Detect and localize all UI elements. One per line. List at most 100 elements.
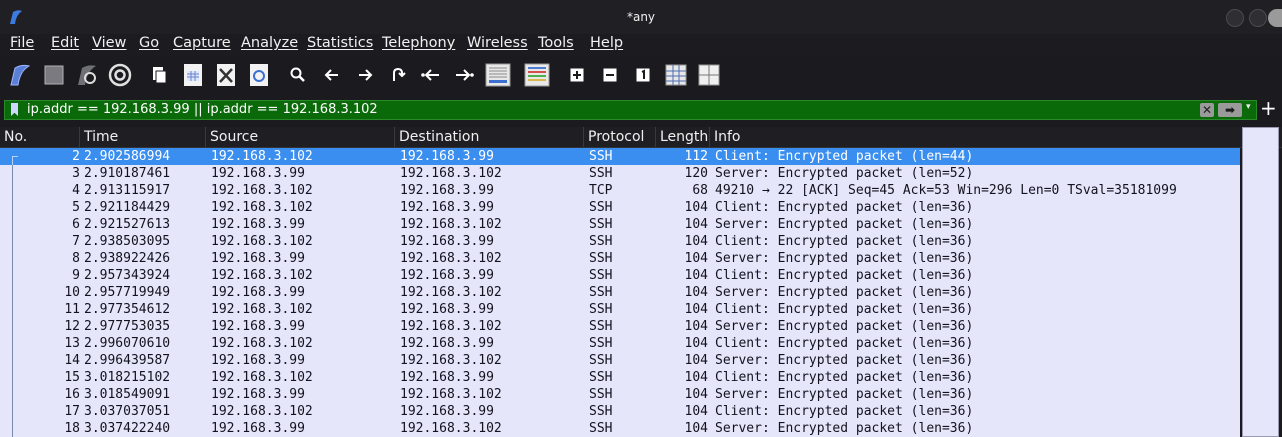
resize-columns-icon[interactable]: [664, 63, 688, 87]
packet-length: 68: [692, 183, 708, 198]
packet-no: 9: [72, 268, 80, 283]
filter-history-dropdown-icon[interactable]: ▾: [1246, 102, 1251, 112]
menu-bar: File Edit View Go Capture Analyze Statis…: [0, 34, 1282, 56]
restart-capture-icon[interactable]: [75, 63, 99, 87]
display-filter-bar: ip.addr == 192.168.3.99 || ip.addr == 19…: [0, 97, 1282, 125]
menu-analyze[interactable]: Analyze: [241, 35, 298, 51]
packet-no: 16: [64, 387, 80, 402]
layout-icon[interactable]: [697, 63, 721, 87]
column-header-protocol[interactable]: Protocol: [584, 127, 656, 147]
go-to-packet-icon[interactable]: [386, 63, 410, 87]
open-file-icon[interactable]: [147, 63, 171, 87]
packet-time: 2.902586994: [84, 149, 171, 164]
column-header-destination[interactable]: Destination: [395, 127, 584, 147]
packet-source: 192.168.3.102: [211, 404, 313, 419]
maximize-button[interactable]: [1249, 9, 1267, 27]
packet-length: 104: [684, 336, 708, 351]
packet-protocol: SSH: [589, 302, 613, 317]
display-filter-input[interactable]: ip.addr == 192.168.3.99 || ip.addr == 19…: [4, 100, 1257, 120]
go-first-packet-icon[interactable]: [419, 63, 443, 87]
packet-protocol: SSH: [589, 353, 613, 368]
minimize-button[interactable]: [1226, 9, 1244, 27]
go-back-icon[interactable]: [320, 63, 344, 87]
packet-no: 8: [72, 251, 80, 266]
column-header-no[interactable]: No.: [0, 127, 80, 147]
apply-filter-icon[interactable]: ➡: [1218, 103, 1242, 117]
clear-filter-icon[interactable]: ✕: [1200, 103, 1214, 117]
find-packet-icon[interactable]: [286, 63, 310, 87]
packet-no: 5: [72, 200, 80, 215]
capture-options-icon[interactable]: [108, 63, 132, 87]
packet-length: 104: [684, 217, 708, 232]
packet-row[interactable]: 11 2.977354612 192.168.3.102 192.168.3.99 SS…: [0, 301, 1240, 318]
menu-edit[interactable]: Edit: [51, 35, 79, 51]
stop-capture-icon[interactable]: [42, 63, 66, 87]
packet-list-header: No. Time Source Destination Protocol Len…: [0, 127, 1282, 148]
packet-row[interactable]: 16 3.018549091 192.168.3.99 192.168.3.102 SS…: [0, 386, 1240, 403]
start-capture-icon[interactable]: [8, 63, 32, 87]
packet-protocol: SSH: [589, 166, 613, 181]
packet-row[interactable]: 6 2.921527613 192.168.3.99 192.168.3.102 SSH…: [0, 216, 1240, 233]
packet-row[interactable]: 7 2.938503095 192.168.3.102 192.168.3.99 SSH…: [0, 233, 1240, 250]
zoom-out-icon[interactable]: [598, 63, 622, 87]
go-forward-icon[interactable]: [353, 63, 377, 87]
packet-no: 15: [64, 370, 80, 385]
menu-help[interactable]: Help: [590, 35, 623, 51]
packet-protocol: SSH: [589, 285, 613, 300]
reload-file-icon[interactable]: [247, 63, 271, 87]
menu-telephony[interactable]: Telephony: [382, 35, 455, 51]
packet-row[interactable]: 9 2.957343924 192.168.3.102 192.168.3.99 SSH…: [0, 267, 1240, 284]
menu-statistics[interactable]: Statistics: [307, 35, 373, 51]
packet-protocol: SSH: [589, 251, 613, 266]
menu-view[interactable]: View: [92, 35, 126, 51]
packet-time: 2.913115917: [84, 183, 171, 198]
packet-protocol: SSH: [589, 421, 613, 436]
packet-row[interactable]: 12 2.977753035 192.168.3.99 192.168.3.102 SS…: [0, 318, 1240, 335]
packet-source: 192.168.3.99: [211, 353, 305, 368]
column-header-length[interactable]: Length: [656, 127, 710, 147]
normal-size-icon[interactable]: [631, 63, 655, 87]
add-filter-button[interactable]: +: [1260, 98, 1277, 118]
column-header-info[interactable]: Info: [710, 127, 1282, 147]
packet-row[interactable]: 13 2.996070610 192.168.3.102 192.168.3.99 SS…: [0, 335, 1240, 352]
packet-time: 2.977753035: [84, 319, 171, 334]
packet-row-selected[interactable]: 2 2.902586994 192.168.3.102 192.168.3.99 SSH…: [0, 148, 1240, 165]
filter-text[interactable]: ip.addr == 192.168.3.99 || ip.addr == 19…: [27, 102, 378, 117]
packet-row[interactable]: 8 2.938922426 192.168.3.99 192.168.3.102 SSH…: [0, 250, 1240, 267]
packet-time: 2.938503095: [84, 234, 171, 249]
packet-row[interactable]: 15 3.018215102 192.168.3.102 192.168.3.99 SS…: [0, 369, 1240, 386]
packet-info: Client: Encrypted packet (len=36): [715, 200, 974, 215]
packet-row[interactable]: 3 2.910187461 192.168.3.99 192.168.3.102 SSH…: [0, 165, 1240, 182]
packet-source: 192.168.3.102: [211, 200, 313, 215]
packet-info: Server: Encrypted packet (len=36): [715, 353, 974, 368]
packet-source: 192.168.3.99: [211, 166, 305, 181]
menu-wireless[interactable]: Wireless: [467, 35, 528, 51]
packet-list-scrollbar[interactable]: [1242, 127, 1279, 437]
packet-row[interactable]: 10 2.957719949 192.168.3.99 192.168.3.102 SS…: [0, 284, 1240, 301]
menu-tools[interactable]: Tools: [538, 35, 574, 51]
colorize-icon[interactable]: [523, 63, 551, 87]
close-button[interactable]: [1268, 9, 1282, 27]
menu-file[interactable]: File: [10, 35, 34, 51]
packet-protocol: SSH: [589, 149, 613, 164]
menu-capture[interactable]: Capture: [173, 35, 231, 51]
auto-scroll-icon[interactable]: [484, 63, 512, 87]
packet-time: 2.921527613: [84, 217, 171, 232]
go-last-packet-icon[interactable]: [452, 63, 476, 87]
packet-row[interactable]: 14 2.996439587 192.168.3.99 192.168.3.102 SS…: [0, 352, 1240, 369]
packet-row[interactable]: 4 2.913115917 192.168.3.102 192.168.3.99 TCP…: [0, 182, 1240, 199]
menu-go[interactable]: Go: [139, 35, 159, 51]
packet-no: 17: [64, 404, 80, 419]
packet-protocol: TCP: [589, 183, 613, 198]
column-header-source[interactable]: Source: [206, 127, 395, 147]
packet-row[interactable]: 17 3.037037051 192.168.3.102 192.168.3.99 SS…: [0, 403, 1240, 420]
filter-bookmark-icon[interactable]: [11, 103, 18, 116]
packet-row[interactable]: 18 3.037422240 192.168.3.99 192.168.3.102 SS…: [0, 420, 1240, 437]
packet-length: 120: [684, 166, 708, 181]
column-header-time[interactable]: Time: [80, 127, 206, 147]
packet-row[interactable]: 5 2.921184429 192.168.3.102 192.168.3.99 SSH…: [0, 199, 1240, 216]
close-file-icon[interactable]: [214, 63, 238, 87]
save-file-icon[interactable]: [181, 63, 205, 87]
packet-no: 13: [64, 336, 80, 351]
zoom-in-icon[interactable]: [565, 63, 589, 87]
